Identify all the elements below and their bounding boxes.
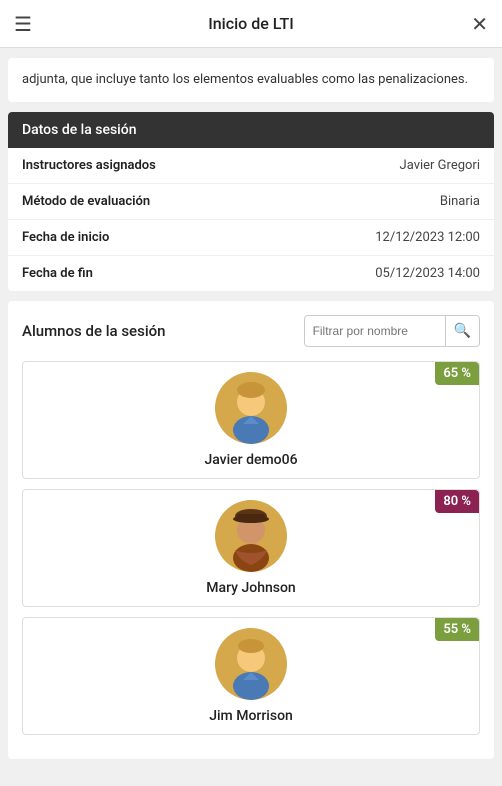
session-row-method: Método de evaluación Binaria — [8, 184, 494, 220]
intro-card: adjunta, que incluye tanto los elementos… — [8, 58, 494, 102]
session-value-instructors: Javier Gregori — [400, 158, 480, 173]
session-row-start: Fecha de inicio 12/12/2023 12:00 — [8, 220, 494, 256]
students-title: Alumnos de la sesión — [22, 322, 166, 340]
menu-icon[interactable]: ☰ — [14, 12, 32, 36]
session-value-end: 05/12/2023 14:00 — [375, 266, 480, 281]
score-badge: 80 % — [435, 490, 479, 513]
session-label-method: Método de evaluación — [22, 194, 150, 209]
student-name: Jim Morrison — [209, 708, 293, 724]
page-title: Inicio de LTI — [208, 14, 294, 33]
score-badge: 65 % — [435, 362, 479, 385]
students-card: Alumnos de la sesión 🔍 65 % Javier de — [8, 301, 494, 759]
avatar — [215, 500, 287, 572]
session-value-start: 12/12/2023 12:00 — [375, 230, 480, 245]
search-button[interactable]: 🔍 — [445, 315, 479, 347]
top-bar: ☰ Inicio de LTI ✕ — [0, 0, 502, 48]
search-icon: 🔍 — [454, 322, 471, 338]
intro-text: adjunta, que incluye tanto los elementos… — [22, 72, 468, 87]
score-badge: 55 % — [435, 618, 479, 641]
session-row-end: Fecha de fin 05/12/2023 14:00 — [8, 256, 494, 291]
student-item[interactable]: 80 % Mary Johnson — [22, 489, 480, 607]
avatar — [215, 372, 287, 444]
close-icon[interactable]: ✕ — [471, 12, 488, 36]
student-item[interactable]: 55 % Jim Morrison — [22, 617, 480, 735]
session-card: Datos de la sesión Instructores asignado… — [8, 112, 494, 291]
students-header: Alumnos de la sesión 🔍 — [22, 315, 480, 347]
student-name: Mary Johnson — [206, 580, 295, 596]
session-label-start: Fecha de inicio — [22, 230, 109, 245]
search-input[interactable] — [305, 324, 445, 338]
session-row-instructors: Instructores asignados Javier Gregori — [8, 148, 494, 184]
session-value-method: Binaria — [440, 194, 480, 209]
student-name: Javier demo06 — [204, 452, 297, 468]
session-header: Datos de la sesión — [8, 112, 494, 148]
session-label-instructors: Instructores asignados — [22, 158, 156, 173]
session-label-end: Fecha de fin — [22, 266, 93, 281]
student-item[interactable]: 65 % Javier demo06 — [22, 361, 480, 479]
search-box[interactable]: 🔍 — [304, 315, 480, 347]
avatar — [215, 628, 287, 700]
